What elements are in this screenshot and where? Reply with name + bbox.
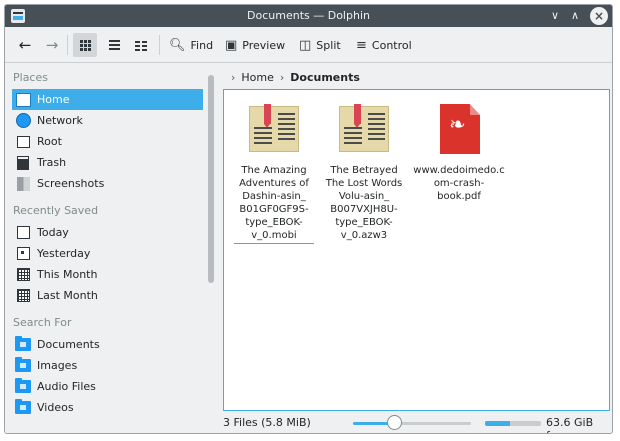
minimize-icon[interactable]: ∨	[546, 7, 564, 25]
breadcrumb-home[interactable]: Home	[241, 71, 273, 84]
toolbar-divider	[67, 35, 68, 55]
details-view-button[interactable]	[104, 33, 124, 57]
place-label: Yesterday	[37, 247, 91, 260]
icons-view-icon	[79, 39, 91, 51]
place-root[interactable]: Root	[12, 131, 203, 152]
network-icon	[15, 113, 31, 129]
folder-videos-icon	[15, 399, 31, 416]
image-icon: ▣	[225, 37, 238, 53]
arrow-right-icon: →	[45, 36, 59, 54]
place-label: This Month	[37, 268, 98, 281]
file-name: The Betrayed The Lost Words Volu-asin_ B…	[325, 165, 403, 241]
place-trash[interactable]: Trash	[12, 152, 203, 173]
place-screenshots[interactable]: Screenshots	[12, 173, 203, 194]
control-button[interactable]: ≡ Control	[356, 33, 412, 57]
title-bar[interactable]: Documents — Dolphin ∨ ∧ ×	[5, 5, 612, 27]
zoom-slider[interactable]	[353, 422, 471, 425]
split-button[interactable]: ◫ Split	[299, 33, 341, 57]
compact-view-icon	[135, 40, 147, 51]
place-today[interactable]: Today	[12, 222, 203, 243]
calendar-yesterday-icon	[15, 246, 31, 262]
arrow-left-icon: ←	[18, 36, 32, 54]
place-search-images[interactable]: Images	[12, 355, 203, 376]
status-bar: 3 Files (5.8 MiB) 63.6 GiB free	[223, 413, 612, 433]
hamburger-menu-icon: ≡	[356, 37, 367, 53]
find-button[interactable]: 🔍︎ Find	[169, 33, 213, 57]
search-icon: 🔍︎	[169, 37, 186, 53]
root-icon	[15, 134, 31, 150]
screenshots-icon	[15, 176, 31, 192]
breadcrumb-current[interactable]: Documents	[290, 71, 360, 84]
file-item[interactable]: ❧ www.dedoimedo.com-crash-book.pdf	[412, 102, 506, 203]
place-label: Today	[37, 226, 69, 239]
window-title: Documents — Dolphin	[247, 9, 370, 22]
toolbar-divider	[159, 35, 160, 55]
place-label: Screenshots	[37, 177, 105, 190]
place-home[interactable]: Home	[12, 89, 203, 110]
dolphin-window: Documents — Dolphin ∨ ∧ × ← → 🔍︎ Find ▣ …	[4, 4, 613, 434]
pdf-icon: ❧	[431, 102, 487, 158]
zoom-slider-handle[interactable]	[386, 415, 402, 430]
places-scrollbar[interactable]	[208, 75, 214, 283]
ebook-icon	[246, 102, 302, 158]
chevron-right-icon: ›	[279, 70, 285, 84]
places-panel: Places Home Network Root Trash Screensho…	[5, 63, 217, 433]
close-icon[interactable]: ×	[590, 7, 608, 25]
preview-button[interactable]: ▣ Preview	[225, 33, 285, 57]
ebook-icon	[336, 102, 392, 158]
split-label: Split	[316, 38, 341, 52]
file-name: www.dedoimedo.com-crash-book.pdf	[413, 165, 505, 202]
disk-space-bar	[485, 421, 541, 426]
icons-view-button[interactable]	[73, 33, 97, 57]
file-view[interactable]: The Amazing Adventures of Dashin-asin_ B…	[223, 89, 610, 411]
control-label: Control	[371, 38, 412, 52]
place-label: Home	[37, 93, 70, 106]
place-label: Root	[37, 135, 62, 148]
place-label: Network	[37, 114, 83, 127]
details-view-icon	[108, 40, 120, 50]
place-search-videos[interactable]: Videos	[12, 397, 203, 418]
place-label: Audio Files	[37, 380, 96, 393]
place-label: Images	[37, 359, 78, 372]
place-label: Videos	[37, 401, 74, 414]
breadcrumb: › Home › Documents	[225, 67, 360, 87]
calendar-today-icon	[15, 225, 31, 241]
disk-space-fill	[485, 421, 511, 426]
place-label: Documents	[37, 338, 100, 351]
calendar-month-icon	[15, 267, 31, 283]
find-label: Find	[190, 38, 214, 52]
calendar-month-icon	[15, 288, 31, 304]
back-button[interactable]: ←	[15, 33, 35, 57]
file-name: The Amazing Adventures of Dashin-asin_ B…	[234, 164, 314, 244]
place-this-month[interactable]: This Month	[12, 264, 203, 285]
folder-images-icon	[15, 357, 31, 374]
home-icon	[15, 92, 31, 108]
place-search-documents[interactable]: Documents	[12, 334, 203, 355]
free-space-label: 63.6 GiB free	[546, 416, 594, 433]
file-item[interactable]: The Betrayed The Lost Words Volu-asin_ B…	[324, 102, 404, 242]
trash-icon	[15, 155, 31, 171]
recently-saved-section-title: Recently Saved	[13, 204, 99, 217]
file-item[interactable]: The Amazing Adventures of Dashin-asin_ B…	[234, 102, 314, 244]
compact-view-button[interactable]	[131, 33, 151, 57]
toolbar: ← → 🔍︎ Find ▣ Preview ◫ Split ≡ Control	[5, 27, 612, 63]
maximize-icon[interactable]: ∧	[566, 7, 584, 25]
folder-audio-icon	[15, 378, 31, 395]
place-label: Last Month	[37, 289, 98, 302]
preview-label: Preview	[242, 38, 286, 52]
chevron-right-icon: ›	[231, 70, 236, 84]
place-search-audio[interactable]: Audio Files	[12, 376, 203, 397]
forward-button[interactable]: →	[42, 33, 62, 57]
place-yesterday[interactable]: Yesterday	[12, 243, 203, 264]
folder-documents-icon	[15, 336, 31, 353]
place-network[interactable]: Network	[12, 110, 203, 131]
places-section-title: Places	[13, 71, 48, 84]
place-last-month[interactable]: Last Month	[12, 285, 203, 306]
split-view-icon: ◫	[299, 37, 312, 53]
search-for-section-title: Search For	[13, 316, 72, 329]
place-label: Trash	[37, 156, 67, 169]
file-count: 3 Files (5.8 MiB)	[223, 416, 311, 429]
